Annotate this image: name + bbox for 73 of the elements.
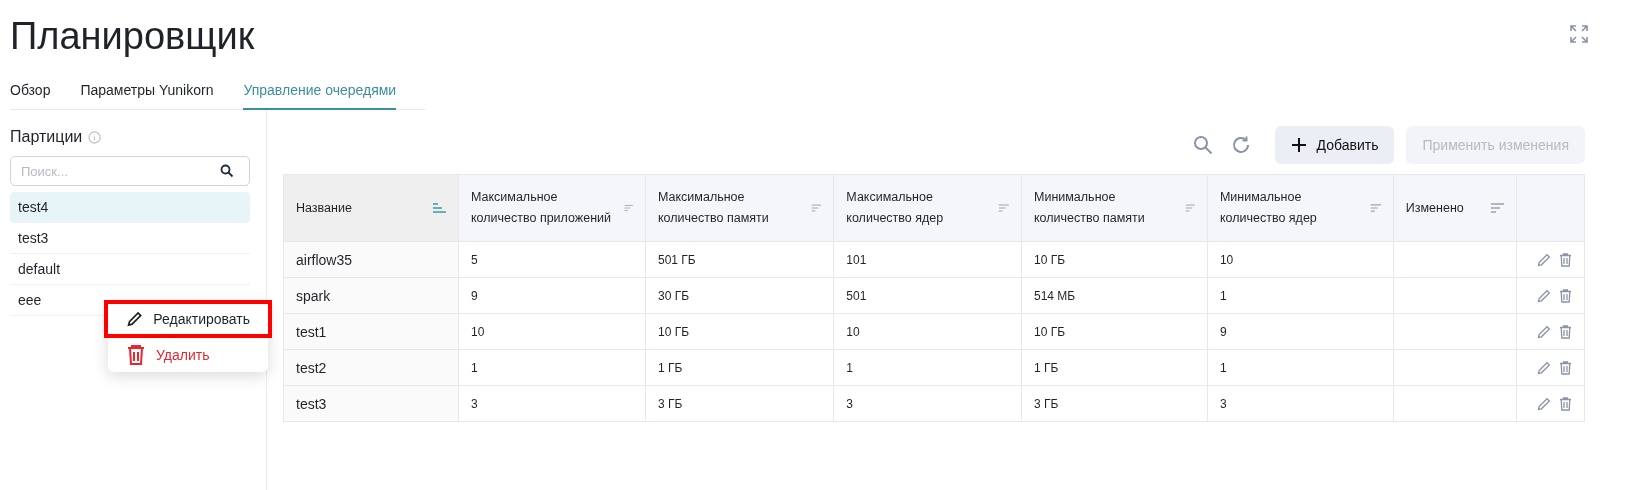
table-cell: 10 ГБ (1034, 324, 1066, 339)
table-cell: 9 (1219, 324, 1227, 339)
plus-icon (1290, 137, 1307, 153)
table-cell: 5 (470, 252, 478, 267)
trash-icon[interactable] (1559, 360, 1572, 375)
trash-icon (126, 344, 146, 366)
table-cell: 1 (846, 360, 853, 375)
table-cell: test3 (296, 395, 327, 412)
table-cell: 101 (846, 252, 867, 267)
pencil-icon (126, 309, 144, 329)
partition-item[interactable]: test3 (10, 223, 250, 254)
column-header[interactable]: Максимальное количество ядер (833, 174, 1022, 242)
column-header[interactable]: Максимальное количество памяти (645, 174, 834, 242)
table-cell: 3 ГБ (1034, 396, 1059, 411)
pencil-icon[interactable] (1537, 360, 1551, 375)
pencil-icon[interactable] (1537, 288, 1551, 303)
menu-item[interactable]: Удалить (108, 338, 268, 372)
table-cell: 501 ГБ (658, 252, 696, 267)
pencil-icon[interactable] (1537, 396, 1551, 411)
trash-icon[interactable] (1559, 288, 1572, 303)
sort-icon[interactable] (1490, 203, 1504, 213)
table-cell: 501 (846, 288, 867, 303)
table-cell: 1 ГБ (1034, 360, 1059, 375)
add-button[interactable]: Добавить (1274, 126, 1395, 164)
search-icon[interactable] (220, 164, 234, 178)
sort-icon[interactable] (1369, 203, 1381, 213)
table-cell: 1 (1219, 288, 1227, 303)
table-cell: 1 (470, 360, 478, 375)
table-cell: 10 (470, 324, 485, 339)
table-cell: airflow35 (296, 251, 353, 268)
table-cell: 514 МБ (1034, 288, 1076, 303)
pencil-icon[interactable] (1537, 252, 1551, 267)
table-cell: 9 (470, 288, 478, 303)
info-icon (88, 130, 102, 144)
table-cell: 30 ГБ (658, 288, 690, 303)
sort-icon[interactable] (811, 203, 822, 213)
table-cell: 1 (1219, 360, 1227, 375)
column-header[interactable]: Минимальное количество памяти (1021, 174, 1208, 242)
partition-item[interactable]: default (10, 254, 250, 285)
table-cell: spark (296, 287, 331, 304)
table-cell: 3 (470, 396, 478, 411)
fullscreen-icon[interactable] (1569, 24, 1589, 44)
tab[interactable]: Управление очередями (243, 82, 397, 110)
table-cell: test1 (296, 323, 327, 340)
table-cell: test2 (296, 359, 327, 376)
table-cell: 3 (846, 396, 853, 411)
page-title: Планировщик (10, 14, 255, 59)
table-cell: 10 ГБ (658, 324, 690, 339)
tab[interactable]: Параметры Yunikorn (80, 82, 214, 110)
sort-icon[interactable] (1184, 203, 1195, 213)
table-cell: 3 (1219, 396, 1227, 411)
table-cell: 10 (846, 324, 860, 339)
pencil-icon[interactable] (1537, 324, 1551, 339)
column-header[interactable]: Максимальное количество приложений (458, 174, 646, 242)
table-cell: 10 (1219, 252, 1234, 267)
search-field[interactable]: Поиск... (10, 156, 250, 186)
sort-icon[interactable] (998, 203, 1009, 213)
table-cell: 10 ГБ (1034, 252, 1066, 267)
trash-icon[interactable] (1559, 252, 1572, 267)
column-header[interactable]: Изменено (1393, 174, 1517, 242)
trash-icon[interactable] (1559, 324, 1572, 339)
sort-icon[interactable] (624, 203, 633, 213)
menu-item[interactable]: Редактировать (104, 300, 272, 338)
table-cell: 1 ГБ (658, 360, 683, 375)
refresh-icon[interactable] (1230, 135, 1251, 155)
trash-icon[interactable] (1559, 396, 1572, 411)
sidebar-title: Партиции (10, 128, 83, 146)
sort-icon[interactable] (431, 203, 446, 213)
column-header[interactable]: Название (283, 174, 459, 242)
table-cell: 3 ГБ (658, 396, 683, 411)
partition-item[interactable]: test4 (10, 192, 250, 223)
column-header[interactable]: Минимальное количество ядер (1207, 174, 1394, 242)
tab[interactable]: Обзор (10, 82, 51, 110)
